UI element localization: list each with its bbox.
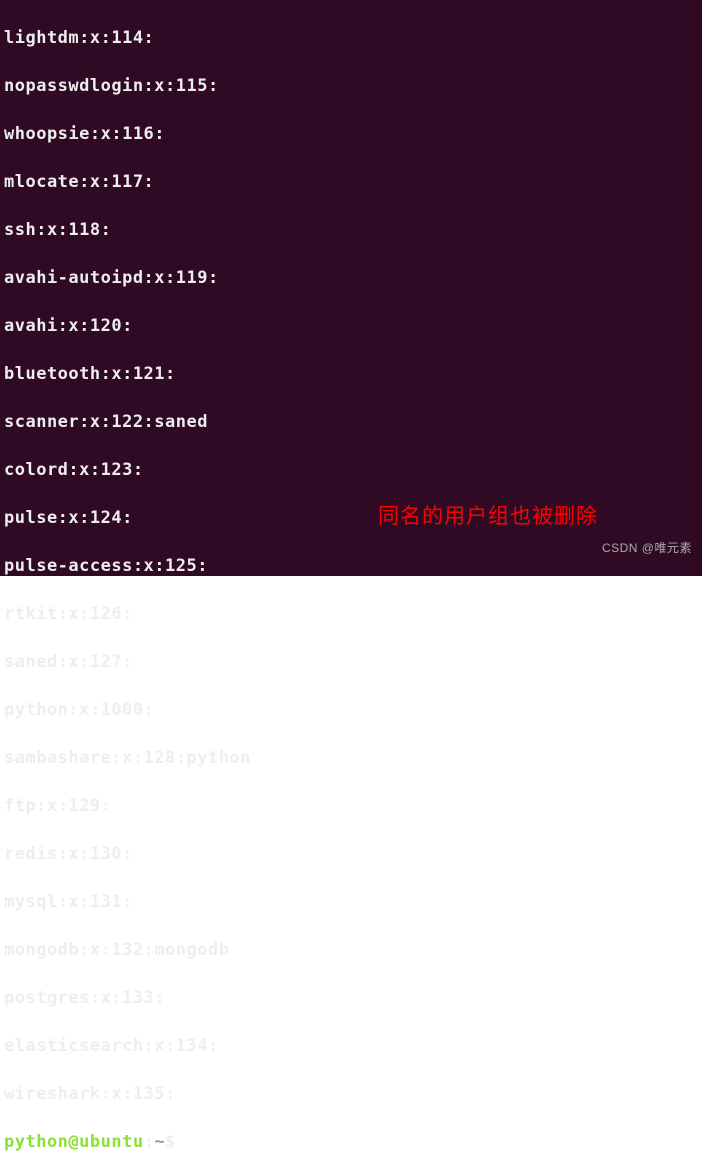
annotation-text: 同名的用户组也被删除 — [378, 500, 598, 530]
output-line: colord:x:123: — [4, 458, 698, 482]
prompt-dollar: $ — [165, 1132, 176, 1152]
watermark-text: CSDN @唯元素 — [602, 539, 692, 556]
output-line: pulse-access:x:125: — [4, 554, 698, 578]
output-line: elasticsearch:x:134: — [4, 1034, 698, 1058]
output-line: redis:x:130: — [4, 842, 698, 866]
output-line: python:x:1000: — [4, 698, 698, 722]
prompt-user-host: python@ubuntu — [4, 1132, 144, 1152]
output-line: saned:x:127: — [4, 650, 698, 674]
output-line: mysql:x:131: — [4, 890, 698, 914]
prompt-colon: : — [144, 1132, 155, 1152]
output-line: bluetooth:x:121: — [4, 362, 698, 386]
output-line: sambashare:x:128:python — [4, 746, 698, 770]
terminal-window[interactable]: lightdm:x:114: nopasswdlogin:x:115: whoo… — [0, 0, 702, 576]
output-line: avahi:x:120: — [4, 314, 698, 338]
output-line: whoopsie:x:116: — [4, 122, 698, 146]
output-line: rtkit:x:126: — [4, 602, 698, 626]
output-line: ftp:x:129: — [4, 794, 698, 818]
output-line: avahi-autoipd:x:119: — [4, 266, 698, 290]
output-line: ssh:x:118: — [4, 218, 698, 242]
output-line: wireshark:x:135: — [4, 1082, 698, 1106]
output-line: scanner:x:122:saned — [4, 410, 698, 434]
output-line: mongodb:x:132:mongodb — [4, 938, 698, 962]
output-line: mlocate:x:117: — [4, 170, 698, 194]
output-line: nopasswdlogin:x:115: — [4, 74, 698, 98]
prompt-line[interactable]: python@ubuntu:~$ — [4, 1130, 698, 1152]
output-line: postgres:x:133: — [4, 986, 698, 1010]
output-line: lightdm:x:114: — [4, 26, 698, 50]
prompt-path: ~ — [154, 1132, 165, 1152]
